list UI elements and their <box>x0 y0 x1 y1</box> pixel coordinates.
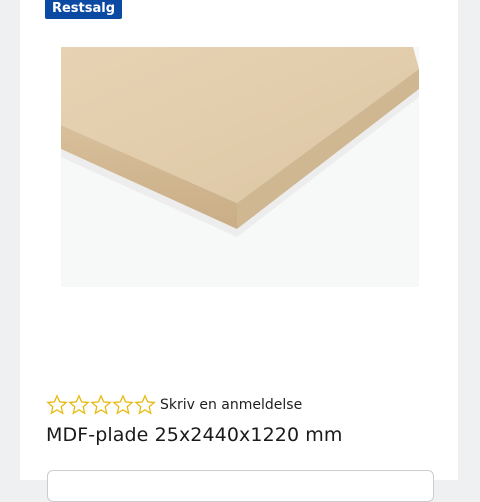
sale-badge: Restsalg <box>45 0 122 19</box>
variant-select[interactable] <box>47 470 434 502</box>
mdf-board-image <box>61 47 419 287</box>
product-title: MDF-plade 25x2440x1220 mm <box>46 424 343 446</box>
star-icon[interactable] <box>134 394 156 416</box>
write-review-link[interactable]: Skriv en anmeldelse <box>160 397 302 413</box>
rating-row: Skriv en anmeldelse <box>46 393 302 417</box>
star-icon[interactable] <box>90 394 112 416</box>
star-icon[interactable] <box>46 394 68 416</box>
star-icon[interactable] <box>112 394 134 416</box>
star-rating[interactable] <box>46 394 156 416</box>
star-icon[interactable] <box>68 394 90 416</box>
product-image[interactable] <box>61 47 419 287</box>
